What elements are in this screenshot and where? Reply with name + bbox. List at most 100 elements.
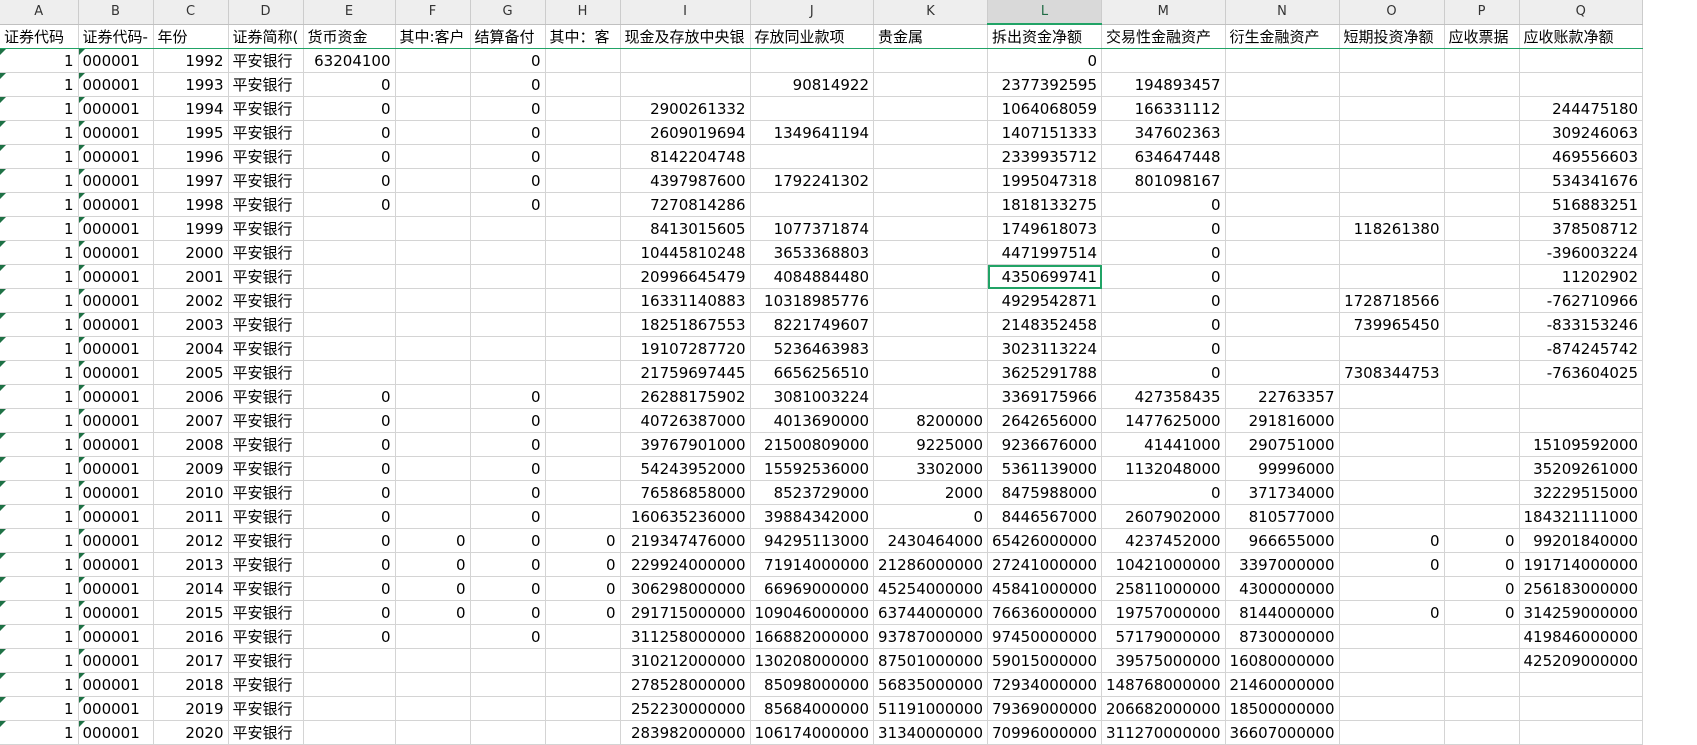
grid-cell[interactable]: 平安银行 bbox=[228, 480, 304, 505]
grid-cell[interactable]: 7308344753 bbox=[1339, 360, 1445, 385]
grid-cell[interactable] bbox=[1339, 720, 1445, 745]
header-cell[interactable]: 其中：客 bbox=[545, 24, 621, 49]
grid-cell[interactable]: 71914000000 bbox=[750, 552, 875, 577]
grid-cell[interactable]: 6656256510 bbox=[750, 360, 875, 385]
grid-cell[interactable] bbox=[545, 504, 621, 529]
grid-cell[interactable]: 000001 bbox=[78, 648, 154, 673]
column-header-m[interactable]: M bbox=[1101, 0, 1226, 25]
grid-cell[interactable]: 85098000000 bbox=[750, 672, 875, 697]
grid-cell[interactable] bbox=[1444, 288, 1520, 313]
grid-cell[interactable] bbox=[303, 336, 396, 361]
grid-cell[interactable]: 1996 bbox=[153, 144, 229, 169]
grid-cell[interactable] bbox=[1444, 336, 1520, 361]
grid-cell[interactable] bbox=[873, 120, 989, 145]
header-cell[interactable]: 货币资金 bbox=[303, 24, 396, 49]
grid-cell[interactable] bbox=[1519, 672, 1644, 697]
grid-cell[interactable]: 000001 bbox=[78, 408, 154, 433]
grid-cell[interactable]: 8144000000 bbox=[1225, 600, 1340, 625]
grid-cell[interactable] bbox=[1444, 624, 1520, 649]
grid-cell[interactable]: 99201840000 bbox=[1519, 528, 1644, 553]
grid-cell[interactable] bbox=[750, 144, 875, 169]
grid-cell[interactable] bbox=[395, 624, 471, 649]
grid-cell[interactable]: 8142204748 bbox=[620, 144, 751, 169]
grid-cell[interactable] bbox=[303, 672, 396, 697]
grid-cell[interactable]: 3625291788 bbox=[987, 360, 1102, 385]
grid-cell[interactable] bbox=[1225, 144, 1340, 169]
grid-cell[interactable]: 8221749607 bbox=[750, 312, 875, 337]
grid-cell[interactable] bbox=[470, 288, 546, 313]
grid-cell[interactable] bbox=[470, 264, 546, 289]
grid-cell[interactable] bbox=[545, 456, 621, 481]
grid-cell[interactable]: 0 bbox=[1101, 312, 1226, 337]
grid-cell[interactable]: 93787000000 bbox=[873, 624, 989, 649]
grid-cell[interactable]: 平安银行 bbox=[228, 96, 304, 121]
header-cell[interactable]: 证券简称( bbox=[228, 24, 304, 49]
grid-cell[interactable]: 371734000 bbox=[1225, 480, 1340, 505]
grid-cell[interactable]: 平安银行 bbox=[228, 240, 304, 265]
grid-cell[interactable]: 2009 bbox=[153, 456, 229, 481]
grid-cell[interactable]: 1 bbox=[0, 696, 79, 721]
grid-cell[interactable] bbox=[1225, 312, 1340, 337]
grid-cell[interactable] bbox=[873, 48, 989, 73]
grid-cell[interactable]: 419846000000 bbox=[1519, 624, 1644, 649]
grid-cell[interactable] bbox=[873, 216, 989, 241]
header-cell[interactable]: 应收票据 bbox=[1444, 24, 1520, 49]
grid-cell[interactable]: 1132048000 bbox=[1101, 456, 1226, 481]
grid-cell[interactable]: 1477625000 bbox=[1101, 408, 1226, 433]
grid-cell[interactable] bbox=[1519, 720, 1644, 745]
grid-cell[interactable]: 25811000000 bbox=[1101, 576, 1226, 601]
grid-cell[interactable]: 3369175966 bbox=[987, 384, 1102, 409]
grid-cell[interactable] bbox=[545, 336, 621, 361]
grid-cell[interactable]: 000001 bbox=[78, 120, 154, 145]
grid-cell[interactable] bbox=[1339, 696, 1445, 721]
grid-cell[interactable]: 2006 bbox=[153, 384, 229, 409]
grid-cell[interactable] bbox=[1339, 120, 1445, 145]
grid-cell[interactable]: 1 bbox=[0, 480, 79, 505]
grid-cell[interactable]: 534341676 bbox=[1519, 168, 1644, 193]
grid-cell[interactable] bbox=[1444, 720, 1520, 745]
grid-cell[interactable] bbox=[873, 312, 989, 337]
grid-cell[interactable]: 1077371874 bbox=[750, 216, 875, 241]
grid-cell[interactable]: 15592536000 bbox=[750, 456, 875, 481]
grid-cell[interactable] bbox=[1225, 120, 1340, 145]
grid-cell[interactable]: -762710966 bbox=[1519, 288, 1644, 313]
grid-cell[interactable] bbox=[620, 72, 751, 97]
grid-cell[interactable] bbox=[470, 696, 546, 721]
grid-cell[interactable]: 0 bbox=[470, 456, 546, 481]
grid-cell[interactable]: 0 bbox=[1101, 264, 1226, 289]
grid-cell[interactable] bbox=[395, 720, 471, 745]
grid-cell[interactable]: 427358435 bbox=[1101, 384, 1226, 409]
grid-cell[interactable]: 191714000000 bbox=[1519, 552, 1644, 577]
grid-cell[interactable]: 平安银行 bbox=[228, 336, 304, 361]
grid-cell[interactable]: 314259000000 bbox=[1519, 600, 1644, 625]
grid-cell[interactable]: 000001 bbox=[78, 552, 154, 577]
grid-cell[interactable] bbox=[1444, 144, 1520, 169]
grid-cell[interactable]: 21500809000 bbox=[750, 432, 875, 457]
grid-cell[interactable]: 378508712 bbox=[1519, 216, 1644, 241]
grid-cell[interactable] bbox=[873, 240, 989, 265]
grid-cell[interactable] bbox=[545, 672, 621, 697]
grid-cell[interactable]: 8446567000 bbox=[987, 504, 1102, 529]
grid-cell[interactable]: 41441000 bbox=[1101, 432, 1226, 457]
grid-cell[interactable]: 801098167 bbox=[1101, 168, 1226, 193]
grid-cell[interactable]: 1 bbox=[0, 264, 79, 289]
grid-cell[interactable]: 2011 bbox=[153, 504, 229, 529]
grid-cell[interactable]: 000001 bbox=[78, 264, 154, 289]
grid-cell[interactable]: 311270000000 bbox=[1101, 720, 1226, 745]
grid-cell[interactable] bbox=[1339, 624, 1445, 649]
grid-cell[interactable]: 2010 bbox=[153, 480, 229, 505]
grid-cell[interactable] bbox=[1339, 336, 1445, 361]
grid-cell[interactable]: 8730000000 bbox=[1225, 624, 1340, 649]
grid-cell[interactable] bbox=[873, 360, 989, 385]
grid-cell[interactable]: 0 bbox=[1101, 288, 1226, 313]
grid-cell[interactable]: 66969000000 bbox=[750, 576, 875, 601]
grid-cell[interactable]: 1 bbox=[0, 144, 79, 169]
grid-cell[interactable]: 0 bbox=[303, 384, 396, 409]
grid-cell[interactable]: 平安银行 bbox=[228, 672, 304, 697]
grid-cell[interactable] bbox=[1444, 48, 1520, 73]
column-header-c[interactable]: C bbox=[153, 0, 229, 25]
grid-cell[interactable]: 291816000 bbox=[1225, 408, 1340, 433]
grid-cell[interactable]: 1 bbox=[0, 552, 79, 577]
grid-cell[interactable]: 平安银行 bbox=[228, 432, 304, 457]
grid-cell[interactable]: 76636000000 bbox=[987, 600, 1102, 625]
